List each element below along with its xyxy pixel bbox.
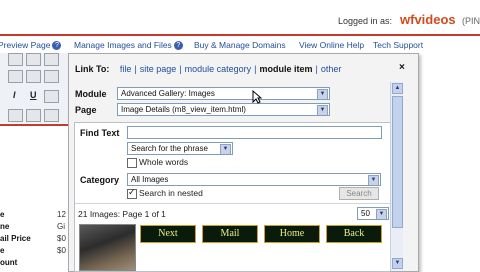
nav-manage-images[interactable]: Manage Images and Files? [74,40,183,51]
search-nested-label: Search in nested [139,188,203,198]
page-label: Page [75,105,97,115]
module-label: Module [75,89,107,99]
page-select[interactable]: Image Details (m8_view_item.html) ▼ [117,103,330,116]
align-icon[interactable] [44,90,59,103]
media-icon[interactable] [26,70,41,83]
help-icon[interactable]: ? [52,41,62,51]
underline-button[interactable]: U [30,90,37,100]
category-select[interactable]: All Images ▼ [127,173,381,186]
field-label: e [0,246,5,255]
link-type-bar: Link To: file | site page | module category |… [75,64,342,74]
header-divider [0,34,480,36]
dialog-scrollbar[interactable]: ▲ ▼ [390,82,403,270]
link-type-module-item[interactable]: module item [259,64,312,74]
home-button[interactable]: Home [264,225,320,243]
next-button[interactable]: Next [140,225,196,243]
field-label: ount [0,258,18,267]
chevron-down-icon: ▼ [220,144,231,154]
field-value: $0 [57,246,66,255]
copy-icon[interactable] [8,53,23,66]
scroll-up-icon[interactable]: ▲ [392,83,403,94]
nav-online-help[interactable]: View Online Help [299,40,364,50]
list-icon[interactable] [44,109,59,122]
scroll-down-icon[interactable]: ▼ [392,258,403,269]
category-select-value: All Images [131,175,169,184]
image-icon[interactable] [8,70,23,83]
editor-area[interactable] [0,124,70,206]
link-to-label: Link To: [75,64,110,74]
top-nav: Preview Page? Manage Images and Files? B… [0,37,480,53]
paste-icon[interactable] [26,53,41,66]
search-mode-value: Search for the phrase [131,144,208,153]
brand-logo: wfvideos [400,12,456,27]
logged-in-label: Logged in as: [338,16,393,26]
chevron-down-icon: ▼ [368,175,379,185]
find-text-label: Find Text [80,128,120,138]
per-page-value: 50 [361,209,370,218]
paste-text-icon[interactable] [44,53,59,66]
link-type-module-category[interactable]: module category [185,64,252,74]
whole-words-checkbox[interactable] [127,158,137,168]
module-select-value: Advanced Gallery: Images [121,89,215,98]
link-type-file[interactable]: file [120,64,132,74]
nav-item-label: Preview Page [0,40,51,50]
find-text-input[interactable] [127,126,382,139]
form-icon[interactable] [26,109,41,122]
search-button[interactable]: Search [339,187,379,200]
field-label: ne [0,222,10,231]
mail-button[interactable]: Mail [202,225,258,243]
chevron-down-icon: ▼ [317,105,328,115]
scroll-thumb[interactable] [392,96,403,228]
flash-icon[interactable] [44,70,59,83]
field-value: $0 [57,234,66,243]
gallery-thumbnail[interactable] [79,224,136,271]
search-mode-select[interactable]: Search for the phrase ▼ [127,142,233,155]
chevron-down-icon: ▼ [317,89,328,99]
category-label: Category [80,175,120,185]
field-value: 12 [57,210,66,219]
back-button[interactable]: Back [326,225,382,243]
module-select[interactable]: Advanced Gallery: Images ▼ [117,87,330,100]
results-summary: 21 Images: Page 1 of 1 [78,209,166,219]
link-type-site-page[interactable]: site page [140,64,177,74]
field-label: e [0,210,5,219]
field-value: Gi [57,222,65,231]
chevron-down-icon: ▼ [376,209,387,219]
link-dialog: Link To: file | site page | module category |… [68,53,419,272]
field-label: ail Price [0,234,31,243]
table-icon[interactable] [8,109,23,122]
search-nested-checkbox[interactable] [127,187,137,199]
nav-tech-support[interactable]: Tech Support [373,40,423,50]
page-select-value: Image Details (m8_view_item.html) [121,105,246,114]
pin-text: (PIN [462,16,480,26]
editor-toolbar: I U [0,53,70,123]
nav-preview-page[interactable]: Preview Page? [0,40,62,51]
search-panel: Find Text Search for the phrase ▼ Whole … [74,122,391,272]
per-page-select[interactable]: 50 ▼ [357,207,389,220]
italic-button[interactable]: I [13,90,16,100]
help-icon[interactable]: ? [173,41,183,51]
nav-item-label: Manage Images and Files [74,40,172,50]
mouse-cursor-icon [252,90,262,104]
nav-buy-domains[interactable]: Buy & Manage Domains [194,40,286,50]
link-type-other[interactable]: other [321,64,342,74]
divider [75,203,390,204]
close-icon[interactable]: × [399,62,405,73]
whole-words-label: Whole words [139,157,189,167]
